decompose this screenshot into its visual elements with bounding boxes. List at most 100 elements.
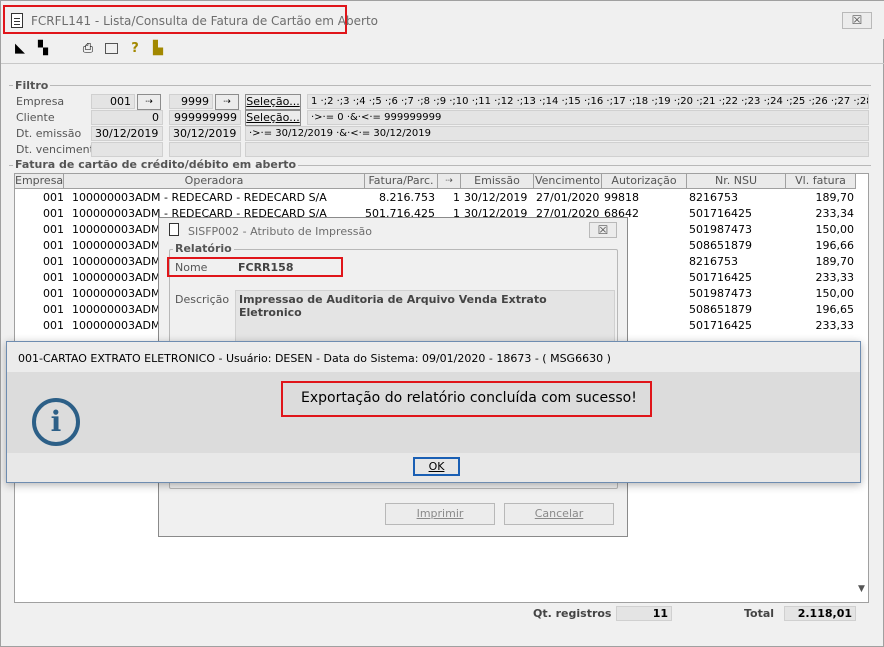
table-cell: 501716425	[689, 207, 752, 220]
table-cell: 100000003	[72, 255, 135, 268]
message-box: 001-CARTAO EXTRATO ELETRONICO - Usuário:…	[6, 341, 861, 483]
empresa-to-field[interactable]: 9999	[169, 94, 213, 109]
table-cell: 508651879	[689, 239, 752, 252]
table-cell: 501987473	[689, 287, 752, 300]
table-cell: 001	[43, 239, 64, 252]
table-cell: 8.216.753	[379, 191, 435, 204]
back-icon[interactable]: ◣	[13, 42, 27, 56]
help-icon[interactable]: ?	[128, 42, 142, 56]
table-cell: 501716425	[689, 319, 752, 332]
table-cell: 99818	[604, 191, 639, 204]
table-cell: 196,65	[815, 303, 855, 316]
table-cell: 100000003	[72, 207, 135, 220]
col-header-fatura[interactable]: Fatura/Parc.	[365, 174, 438, 189]
dialog-title: SISFP002 - Atributo de Impressão	[188, 225, 373, 238]
table-cell: 233,33	[815, 271, 855, 284]
col-header-empresa[interactable]: Empresa	[15, 174, 64, 189]
col-header-emissao[interactable]: Emissão	[461, 174, 534, 189]
spreadsheet-icon[interactable]	[105, 43, 118, 54]
table-cell: 001	[43, 271, 64, 284]
col-header-operadora[interactable]: Operadora	[64, 174, 365, 189]
nome-label: Nome	[175, 261, 208, 274]
table-cell: 27/01/2020	[536, 191, 600, 204]
vencimento-expression-field[interactable]	[245, 142, 869, 157]
info-icon: i	[32, 398, 80, 446]
ok-button[interactable]: OK	[413, 457, 460, 476]
table-cell: 001	[43, 223, 64, 236]
table-cell: 100000003	[72, 303, 135, 316]
relatorio-title: Relatório	[173, 242, 234, 255]
col-header-parcela-icon[interactable]: ⇢	[438, 174, 461, 189]
descricao-field[interactable]: Impressao de Auditoria de Arquivo Venda …	[235, 290, 615, 342]
qt-registros-value: 11	[616, 606, 672, 621]
message-header-text: 001-CARTAO EXTRATO ELETRONICO - Usuário:…	[18, 352, 611, 365]
cliente-label: Cliente	[16, 111, 55, 124]
cancelar-button[interactable]: Cancelar	[504, 503, 614, 525]
emissao-from-field[interactable]: 30/12/2019	[91, 126, 163, 141]
vencimento-from-field[interactable]	[91, 142, 163, 157]
table-cell: 501987473	[689, 223, 752, 236]
col-header-nsu[interactable]: Nr. NSU	[687, 174, 786, 189]
total-value: 2.118,01	[784, 606, 856, 621]
emissao-label: Dt. emissão	[16, 127, 82, 140]
message-text: Exportação do relatório concluída com su…	[301, 390, 637, 406]
cliente-selection-button[interactable]: Seleção...	[245, 110, 301, 126]
table-cell: 100000003	[72, 239, 135, 252]
table-cell: 001	[43, 207, 64, 220]
table-cell: 233,34	[815, 207, 855, 220]
total-label: Total	[744, 607, 775, 620]
table-cell: ADM - REDECARD - REDECARD S/A	[135, 191, 327, 204]
table-cell: 150,00	[815, 223, 855, 236]
table-cell: 30/12/2019	[464, 191, 528, 204]
table-cell: 189,70	[815, 255, 855, 268]
table-cell: 189,70	[815, 191, 855, 204]
col-header-autorizacao[interactable]: Autorização	[602, 174, 687, 189]
imprimir-button[interactable]: Imprimir	[385, 503, 495, 525]
descricao-label: Descrição	[175, 293, 230, 306]
empresa-from-field[interactable]: 001	[91, 94, 135, 109]
vencimento-label: Dt. vencimento	[16, 143, 101, 156]
cliente-expression-field[interactable]: ·>·= 0 ·&·<·= 999999999	[307, 110, 869, 125]
vencimento-to-field[interactable]	[169, 142, 241, 157]
table-cell: 001	[43, 287, 64, 300]
close-button[interactable]: ☒	[842, 12, 872, 29]
empresa-list-field[interactable]: 1 ·;2 ·;3 ·;4 ·;5 ·;6 ·;7 ·;8 ·;9 ·;10 ·…	[307, 94, 869, 109]
table-cell: 100000003	[72, 191, 135, 204]
table-cell: 100000003	[72, 223, 135, 236]
exit-door-icon[interactable]: ▙	[151, 42, 165, 56]
empresa-to-lookup-icon[interactable]: ⇢	[215, 94, 239, 110]
nome-value: FCRR158	[238, 261, 294, 274]
emissao-to-field[interactable]: 30/12/2019	[169, 126, 241, 141]
table-cell: 100000003	[72, 319, 135, 332]
table-cell: 501716425	[689, 271, 752, 284]
col-header-valor[interactable]: Vl. fatura	[786, 174, 856, 189]
table-cell: 1	[453, 191, 460, 204]
dialog-close-button[interactable]: ☒	[589, 222, 617, 238]
empresa-selection-button[interactable]: Seleção...	[245, 94, 301, 110]
scroll-down-icon[interactable]: ▼	[858, 584, 865, 594]
cliente-to-field[interactable]: 999999999	[169, 110, 241, 125]
qt-registros-label: Qt. registros	[533, 607, 612, 620]
grid-title: Fatura de cartão de crédito/débito em ab…	[13, 158, 299, 171]
table-row[interactable]: 001 100000003 ADM - REDECARD - REDECARD S/…	[15, 190, 868, 206]
col-header-vencimento[interactable]: Vencimento	[534, 174, 602, 189]
print-icon[interactable]: ⎙	[81, 42, 95, 56]
document-icon	[169, 223, 179, 236]
table-cell: 8216753	[689, 191, 738, 204]
table-cell: 196,66	[815, 239, 855, 252]
windows-icon[interactable]: ▚	[36, 42, 50, 56]
empresa-from-lookup-icon[interactable]: ⇢	[137, 94, 161, 110]
empresa-label: Empresa	[16, 95, 65, 108]
table-cell: 8216753	[689, 255, 738, 268]
table-cell: 001	[43, 303, 64, 316]
window-title: FCRFL141 - Lista/Consulta de Fatura de C…	[31, 14, 378, 28]
table-cell: 001	[43, 319, 64, 332]
filter-title: Filtro	[13, 79, 51, 92]
document-icon	[11, 13, 23, 28]
cliente-from-field[interactable]: 0	[91, 110, 163, 125]
table-cell: 100000003	[72, 287, 135, 300]
emissao-expression-field[interactable]: ·>·= 30/12/2019 ·&·<·= 30/12/2019	[245, 126, 869, 141]
table-cell: 233,33	[815, 319, 855, 332]
table-cell: 100000003	[72, 271, 135, 284]
divider	[1, 63, 884, 64]
